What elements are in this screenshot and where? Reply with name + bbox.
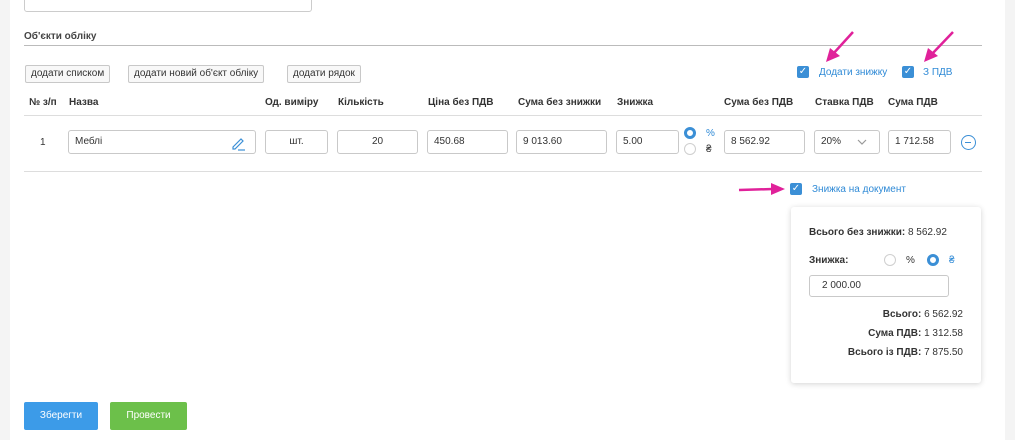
summary-card: Всього без знижки: 8 562.92 Знижка: % ₴ … (791, 207, 981, 383)
col-header-qty: Кількість (338, 97, 384, 108)
add-list-button[interactable]: додати списком (25, 65, 111, 83)
post-button[interactable]: Провести (110, 402, 187, 430)
minus-circle-icon[interactable] (961, 135, 976, 150)
row-number: 1 (40, 137, 46, 148)
sum-no-discount-field[interactable]: 9 013.60 (516, 130, 607, 154)
summary-total: Всього: 6 562.92 (883, 309, 963, 320)
vat-sum-field[interactable]: 1 712.58 (888, 130, 951, 154)
discount-percent-radio[interactable] (684, 127, 696, 139)
with-vat-checkbox[interactable]: ✓ (902, 66, 914, 78)
checkmark-icon: ✓ (798, 66, 808, 77)
checkmark-icon: ✓ (903, 66, 913, 77)
vat-rate-value: 20% (821, 136, 842, 147)
add-discount-label[interactable]: Додати знижку (819, 67, 887, 78)
col-header-vat-sum: Сума ПДВ (888, 97, 938, 108)
summary-discount-field[interactable]: 2 000.00 (809, 275, 949, 297)
chevron-down-icon (857, 139, 867, 145)
total-no-discount-value: 8 562.92 (907, 227, 947, 238)
add-new-object-button[interactable]: додати новий об'єкт обліку (128, 65, 265, 83)
checkmark-icon: ✓ (791, 183, 801, 194)
name-value: Меблі (75, 136, 103, 147)
pencil-icon[interactable] (230, 135, 246, 151)
summary-percent-label: % (906, 255, 915, 266)
summary-vat-label: Сума ПДВ: (868, 328, 922, 339)
col-header-discount: Знижка (617, 97, 654, 108)
col-header-num: № з/п (29, 97, 57, 108)
percent-label: % (706, 128, 715, 139)
col-header-sum-no-discount: Сума без знижки (518, 97, 602, 108)
vat-rate-select[interactable]: 20% (814, 130, 880, 154)
summary-currency-label: ₴ (949, 255, 955, 266)
name-field[interactable]: Меблі (68, 130, 256, 154)
sum-no-vat-field[interactable]: 8 562.92 (724, 130, 805, 154)
top-field[interactable] (24, 0, 312, 12)
save-button[interactable]: Зберегти (24, 402, 98, 430)
qty-field[interactable]: 20 (337, 130, 418, 154)
unit-field[interactable]: шт. (265, 130, 328, 154)
total-no-discount-label: Всього без знижки: (809, 227, 906, 238)
col-header-vat-rate: Ставка ПДВ (815, 97, 874, 108)
summary-vat-value: 1 312.58 (924, 328, 963, 339)
annotation-arrow-icon (924, 31, 954, 62)
row-divider (24, 171, 982, 172)
price-field[interactable]: 450.68 (427, 130, 508, 154)
col-header-sum-no-vat: Сума без ПДВ (724, 97, 794, 108)
doc-discount-checkbox[interactable]: ✓ (790, 183, 802, 195)
col-header-unit: Од. виміру (265, 97, 319, 108)
with-vat-label[interactable]: З ПДВ (923, 67, 952, 78)
summary-total-with-vat: Всього із ПДВ: 7 875.50 (848, 347, 963, 358)
summary-vat: Сума ПДВ: 1 312.58 (868, 328, 963, 339)
summary-total-label: Всього: (882, 309, 922, 320)
summary-total-with-vat-value: 7 875.50 (924, 347, 963, 358)
discount-currency-radio[interactable] (684, 143, 696, 155)
summary-percent-radio[interactable] (884, 254, 896, 266)
header-divider (24, 115, 982, 116)
discount-field[interactable]: 5.00 (616, 130, 679, 154)
summary-total-with-vat-label: Всього із ПДВ: (847, 347, 922, 358)
summary-total-value: 6 562.92 (924, 309, 963, 320)
annotation-arrow-icon (826, 31, 854, 62)
add-row-button[interactable]: додати рядок (287, 65, 361, 83)
col-header-price: Ціна без ПДВ (428, 97, 494, 108)
total-no-discount: Всього без знижки: 8 562.92 (809, 227, 947, 238)
col-header-name: Назва (69, 97, 99, 108)
summary-currency-radio[interactable] (927, 254, 939, 266)
doc-discount-label[interactable]: Знижка на документ (812, 184, 906, 195)
section-title: Об'єкти обліку (24, 31, 97, 42)
summary-discount-label: Знижка: (809, 255, 849, 266)
currency-label: ₴ (706, 144, 712, 155)
add-discount-checkbox[interactable]: ✓ (797, 66, 809, 78)
annotation-arrow-icon (738, 183, 785, 195)
